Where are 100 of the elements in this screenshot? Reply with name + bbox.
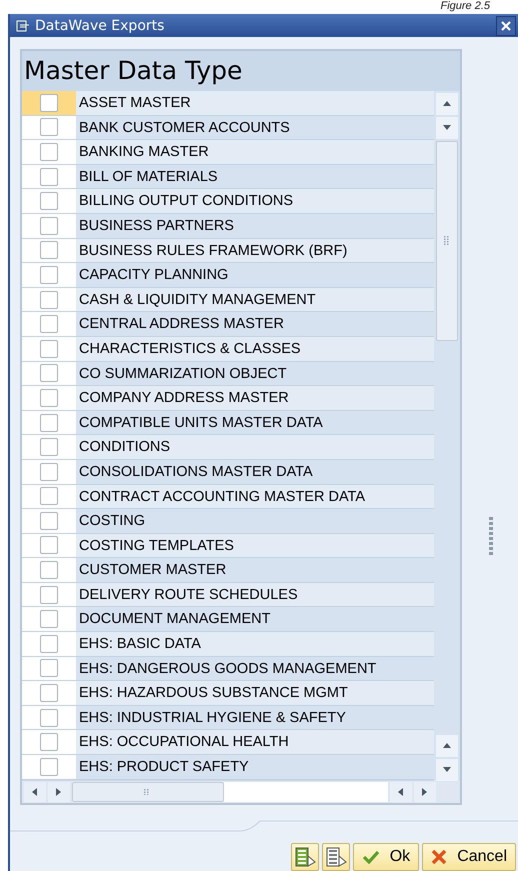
row-selector[interactable] [22, 558, 76, 582]
row-selector[interactable] [22, 189, 76, 213]
checkbox[interactable] [40, 438, 58, 456]
row-selector[interactable] [22, 681, 76, 705]
table-cell: DELIVERY ROUTE SCHEDULES [76, 582, 434, 606]
checkbox[interactable] [40, 659, 58, 678]
checkbox[interactable] [40, 118, 58, 136]
row-selector[interactable] [22, 336, 76, 361]
row-selector[interactable] [22, 140, 76, 164]
row-selector[interactable] [22, 632, 76, 656]
table-cell: CENTRAL ADDRESS MASTER [76, 312, 434, 336]
checkbox[interactable] [40, 512, 58, 530]
checkbox[interactable] [40, 290, 58, 309]
table-cell: CO SUMMARIZATION OBJECT [76, 362, 434, 386]
checkbox[interactable] [40, 315, 58, 334]
table-cell: CAPACITY PLANNING [76, 263, 434, 287]
scroll-right-button[interactable] [48, 782, 70, 802]
up-arrow-icon [442, 741, 452, 751]
checkbox[interactable] [40, 536, 58, 554]
row-selector[interactable] [22, 238, 76, 262]
table-cell: CONDITIONS [76, 435, 434, 459]
row-selector[interactable] [22, 91, 76, 115]
table-cell: CONTRACT ACCOUNTING MASTER DATA [76, 484, 434, 508]
close-icon [501, 20, 511, 30]
checkbox[interactable] [40, 266, 58, 284]
table-cell: ASSET MASTER [76, 91, 434, 115]
row-selector[interactable] [22, 706, 76, 730]
vertical-scrollbar[interactable] [434, 91, 460, 781]
check-icon [362, 850, 380, 864]
checkbox[interactable] [40, 192, 58, 210]
scroll-down-button[interactable] [436, 117, 458, 139]
row-selector[interactable] [22, 288, 76, 312]
row-selector[interactable] [22, 263, 76, 287]
row-selector[interactable] [22, 116, 76, 140]
checkbox[interactable] [40, 216, 58, 235]
checkbox[interactable] [40, 586, 58, 604]
table-cell: CONSOLIDATIONS MASTER DATA [76, 460, 434, 484]
ok-button[interactable]: Ok [352, 843, 420, 871]
window-icon [16, 20, 30, 32]
close-icon [431, 849, 448, 865]
deselect-all-icon [324, 846, 347, 868]
left-arrow-icon [30, 787, 40, 797]
checkbox[interactable] [40, 758, 58, 776]
checkbox[interactable] [40, 634, 58, 653]
checkbox[interactable] [40, 462, 58, 481]
select-all-icon [294, 846, 316, 868]
cancel-button[interactable]: Cancel [422, 843, 516, 871]
table-cell: BUSINESS PARTNERS [76, 214, 434, 238]
scroll-thumb[interactable] [436, 141, 458, 341]
row-selector[interactable] [22, 534, 76, 558]
row-selector[interactable] [22, 362, 76, 386]
row-selector[interactable] [22, 656, 76, 680]
row-selector[interactable] [22, 484, 76, 508]
row-selector[interactable] [22, 164, 76, 188]
checkbox[interactable] [40, 610, 58, 628]
row-selector[interactable] [22, 435, 76, 459]
table-cell: BANK CUSTOMER ACCOUNTS [76, 116, 434, 140]
scroll-up-button[interactable] [436, 93, 458, 115]
checkbox[interactable] [40, 364, 58, 382]
scroll-right-button[interactable] [414, 782, 436, 802]
checkbox[interactable] [40, 414, 58, 432]
checkbox[interactable] [40, 561, 58, 580]
checkbox[interactable] [40, 708, 58, 727]
row-selector[interactable] [22, 312, 76, 336]
left-arrow-icon [396, 787, 406, 797]
scroll-thumb[interactable] [72, 782, 224, 802]
window-title: DataWave Exports [35, 18, 166, 34]
select-all-button[interactable] [290, 843, 319, 871]
checkbox[interactable] [40, 168, 58, 186]
scroll-left-button[interactable] [24, 782, 46, 802]
row-selector[interactable] [22, 386, 76, 410]
table-cell: BILL OF MATERIALS [76, 164, 434, 188]
row-selector[interactable] [22, 460, 76, 484]
scroll-up-button[interactable] [436, 735, 458, 757]
table-cell: CUSTOMER MASTER [76, 558, 434, 582]
table-cell: BUSINESS RULES FRAMEWORK (BRF) [76, 238, 434, 262]
horizontal-scrollbar[interactable] [22, 781, 460, 803]
checkbox[interactable] [40, 142, 58, 161]
row-selector[interactable] [22, 410, 76, 434]
up-arrow-icon [442, 99, 452, 109]
scroll-down-button[interactable] [436, 759, 458, 781]
splitter-handle-icon[interactable] [489, 517, 493, 557]
row-selector[interactable] [22, 509, 76, 533]
table-cell: DOCUMENT MANAGEMENT [76, 607, 434, 632]
close-button[interactable] [496, 16, 516, 36]
table-cell: EHS: PRODUCT SAFETY [76, 755, 434, 779]
checkbox[interactable] [40, 733, 58, 752]
deselect-all-button[interactable] [322, 843, 350, 871]
checkbox[interactable] [40, 340, 58, 358]
checkbox[interactable] [40, 388, 58, 407]
checkbox[interactable] [40, 684, 58, 702]
row-selector[interactable] [22, 607, 76, 632]
row-selector[interactable] [22, 214, 76, 238]
row-selector[interactable] [22, 582, 76, 606]
checkbox[interactable] [40, 94, 58, 112]
checkbox[interactable] [40, 487, 58, 506]
scroll-left-button[interactable] [390, 782, 412, 802]
checkbox[interactable] [40, 241, 58, 260]
table-cell: CHARACTERISTICS & CLASSES [76, 336, 434, 361]
row-selector[interactable] [22, 730, 76, 754]
